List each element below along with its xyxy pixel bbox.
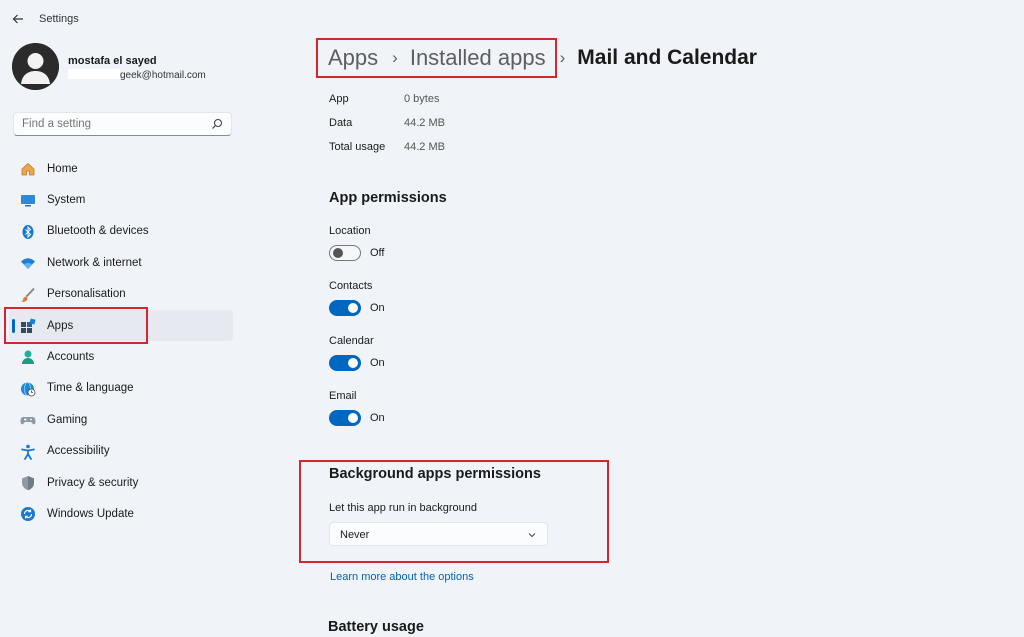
sidebar-item-network[interactable]: Network & internet <box>9 247 233 278</box>
sidebar-item-bluetooth[interactable]: Bluetooth & devices <box>9 216 233 247</box>
dropdown-selected-value: Never <box>340 529 370 541</box>
breadcrumb-installed-apps-link[interactable]: Installed apps <box>410 45 546 71</box>
user-silhouette-icon <box>12 43 59 90</box>
sidebar-item-label: Network & internet <box>47 256 142 269</box>
toggle-knob <box>333 248 343 258</box>
app-permissions-heading: App permissions <box>329 190 447 206</box>
shield-icon <box>20 475 36 491</box>
toggle-state: On <box>370 357 385 369</box>
sidebar-item-privacy-security[interactable]: Privacy & security <box>9 467 233 498</box>
search-input[interactable] <box>22 118 202 130</box>
sidebar-item-time-language[interactable]: Time & language <box>9 373 233 404</box>
sidebar-item-personalisation[interactable]: Personalisation <box>9 279 233 310</box>
permission-email: Email On <box>329 390 385 426</box>
calendar-toggle[interactable] <box>329 355 361 371</box>
storage-usage: App 0 bytes Data 44.2 MB Total usage 44.… <box>329 93 445 165</box>
sidebar-item-label: Time & language <box>47 382 134 395</box>
gamepad-icon <box>20 412 36 428</box>
toggle-state: On <box>370 412 385 424</box>
contacts-toggle[interactable] <box>329 300 361 316</box>
search-icon <box>212 118 223 129</box>
sidebar-item-system[interactable]: System <box>9 184 233 215</box>
permission-label: Location <box>329 225 371 237</box>
usage-label: Data <box>329 117 353 129</box>
battery-usage-heading: Battery usage <box>328 619 424 635</box>
sidebar-item-gaming[interactable]: Gaming <box>9 404 233 435</box>
user-name: mostafa el sayed <box>68 55 157 67</box>
globe-clock-icon <box>20 381 36 397</box>
update-icon <box>20 506 36 522</box>
sidebar-item-accounts[interactable]: Accounts <box>9 341 233 372</box>
sidebar-item-label: Gaming <box>47 413 88 426</box>
wifi-icon <box>20 255 36 271</box>
usage-label: Total usage <box>329 141 386 153</box>
toggle-knob <box>348 358 358 368</box>
accounts-icon <box>20 349 36 365</box>
background-permissions-heading: Background apps permissions <box>329 466 541 482</box>
breadcrumb: Apps › Installed apps › Mail and Calenda… <box>328 45 757 71</box>
usage-row: Total usage 44.2 MB <box>329 141 445 165</box>
usage-value: 0 bytes <box>404 93 440 105</box>
permission-label: Contacts <box>329 280 373 292</box>
sidebar-item-windows-update[interactable]: Windows Update <box>9 498 233 529</box>
title-bar: Settings <box>0 0 1024 36</box>
chevron-right-icon: › <box>392 48 398 67</box>
search-box[interactable] <box>13 112 232 136</box>
background-run-dropdown[interactable]: Never <box>329 522 548 546</box>
learn-more-link[interactable]: Learn more about the options <box>330 571 474 583</box>
chevron-right-icon: › <box>559 48 566 67</box>
sidebar-item-label: Accounts <box>47 351 95 364</box>
usage-row: Data 44.2 MB <box>329 117 445 141</box>
permission-label: Email <box>329 390 357 402</box>
sidebar-item-label: Apps <box>47 319 74 332</box>
user-email: geek@hotmail.com <box>68 69 206 81</box>
sidebar-item-accessibility[interactable]: Accessibility <box>9 436 233 467</box>
avatar <box>12 43 59 90</box>
home-icon <box>20 161 36 177</box>
brush-icon <box>20 287 36 303</box>
breadcrumb-apps-link[interactable]: Apps <box>328 45 378 71</box>
window-title: Settings <box>39 13 79 25</box>
back-arrow-icon <box>12 14 23 24</box>
system-icon <box>20 192 36 208</box>
toggle-knob <box>348 413 358 423</box>
sidebar-item-label: Home <box>47 162 78 175</box>
location-toggle[interactable] <box>329 245 361 261</box>
sidebar-item-label: Privacy & security <box>47 476 139 489</box>
email-redaction <box>68 69 120 79</box>
permission-calendar: Calendar On <box>329 335 385 371</box>
sidebar-nav: Home System Bluetooth & devices Network … <box>9 153 233 530</box>
background-run-label: Let this app run in background <box>329 502 477 514</box>
chevron-down-icon <box>528 533 536 538</box>
sidebar-item-label: Personalisation <box>47 288 126 301</box>
permission-contacts: Contacts On <box>329 280 385 316</box>
usage-label: App <box>329 93 349 105</box>
back-button[interactable] <box>8 9 28 29</box>
toggle-state: On <box>370 302 385 314</box>
email-toggle[interactable] <box>329 410 361 426</box>
user-profile[interactable]: mostafa el sayed geek@hotmail.com <box>12 43 242 93</box>
user-email-text: geek@hotmail.com <box>120 70 206 81</box>
usage-value: 44.2 MB <box>404 117 445 129</box>
toggle-knob <box>348 303 358 313</box>
accessibility-icon <box>20 444 36 460</box>
usage-value: 44.2 MB <box>404 141 445 153</box>
active-indicator <box>12 318 15 333</box>
sidebar-item-label: Accessibility <box>47 445 110 458</box>
toggle-state: Off <box>370 247 385 259</box>
sidebar-item-label: Bluetooth & devices <box>47 225 149 238</box>
permission-label: Calendar <box>329 335 374 347</box>
bluetooth-icon <box>20 224 36 240</box>
sidebar-item-label: System <box>47 194 86 207</box>
sidebar-item-label: Windows Update <box>47 507 134 520</box>
apps-icon <box>20 318 36 334</box>
permission-location: Location Off <box>329 225 384 261</box>
sidebar-item-apps[interactable]: Apps <box>9 309 233 342</box>
sidebar-item-home[interactable]: Home <box>9 153 233 184</box>
usage-row: App 0 bytes <box>329 93 445 117</box>
page-title: Mail and Calendar <box>577 46 757 69</box>
